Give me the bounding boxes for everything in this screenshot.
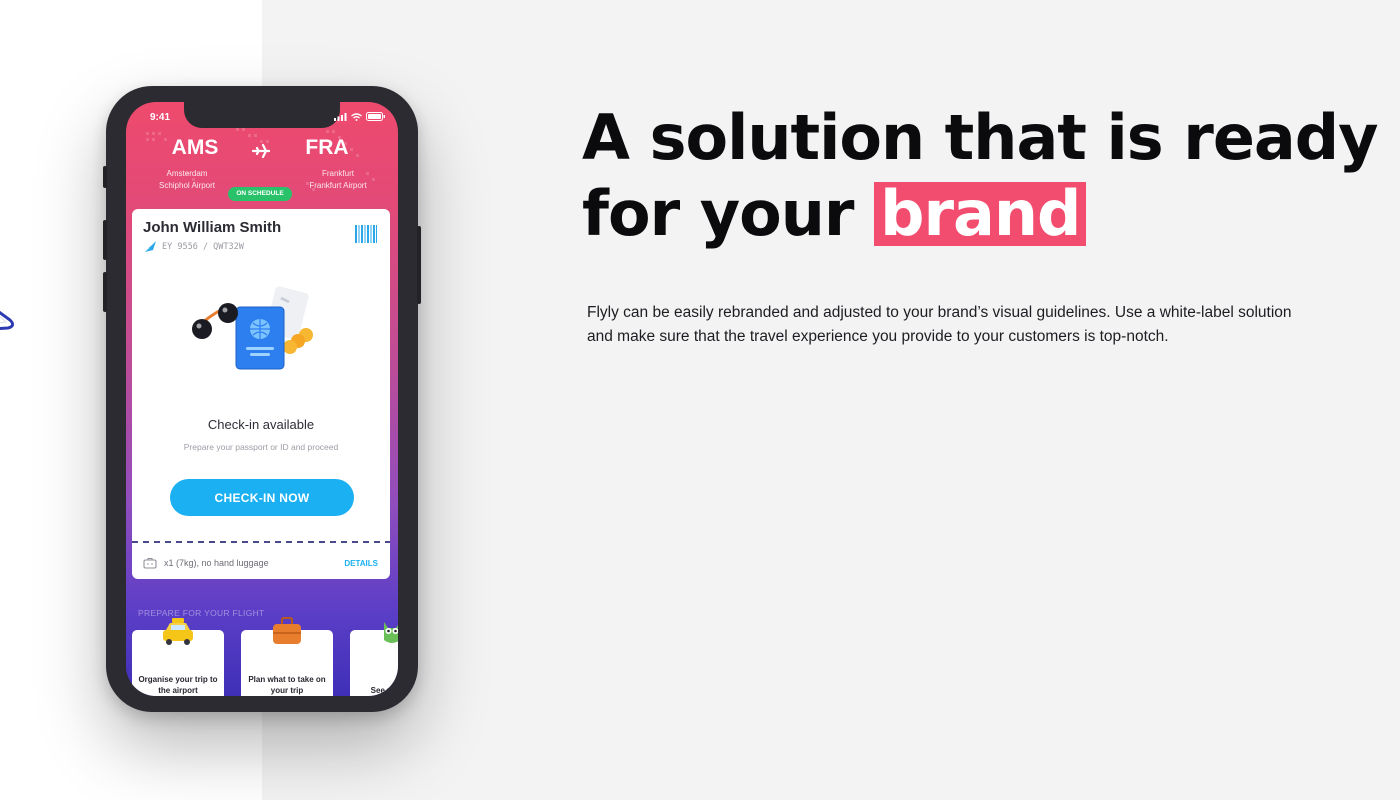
checkin-status-title: Check-in available: [207, 417, 315, 432]
passenger-name: John William Smith: [143, 219, 282, 236]
phone-volume-up: [103, 220, 107, 260]
destination-airport-name: Frankfurt Frankfurt Airport: [293, 168, 383, 192]
hero-headline-line-2: for your brand: [582, 176, 1362, 252]
prepare-tile-label: Plan what to take on your trip: [248, 675, 326, 695]
prepare-section-label: PREPARE FOR YOUR FLIGHT: [138, 608, 265, 618]
hero-description: Flyly can be easily rebranded and adjust…: [587, 304, 1292, 345]
wifi-icon: [351, 112, 362, 121]
paper-plane-illustration: [0, 310, 15, 331]
luggage-icon: [143, 557, 157, 569]
checkin-now-button[interactable]: CHECK-IN NOW: [170, 479, 354, 516]
luggage-allowance-text: x1 (7kg), no hand luggage: [164, 558, 269, 568]
destination-airport-code: FRA: [305, 136, 349, 159]
flight-status-badge: ON SCHEDULE: [228, 187, 292, 201]
prepare-tile-destination[interactable]: See what has: [350, 622, 398, 696]
owl-icon: [384, 622, 398, 643]
battery-icon: [366, 112, 385, 121]
destination-airport-city: Frankfurt: [321, 169, 354, 178]
boarding-pass-card[interactable]: John William Smith EY 9556 / QWT32W Chec…: [132, 209, 390, 579]
phone-mockup: 9:41 AMS Amsterdam Schiphol Airport FRA …: [103, 86, 421, 712]
prepare-tile-packing[interactable]: Plan what to take on your trip: [241, 617, 333, 696]
flight-booking-code: EY 9556 / QWT32W: [162, 242, 244, 252]
ticket-perforation-divider: [132, 541, 390, 543]
phone-notch: [184, 102, 340, 128]
phone-power-button: [417, 226, 421, 304]
prepare-tile-airport-transport[interactable]: Organise your trip to the airport: [132, 618, 224, 696]
origin-airport-code: AMS: [171, 136, 219, 159]
barcode-icon[interactable]: [355, 225, 377, 243]
suitcase-icon: [273, 617, 301, 644]
signal-icon: [334, 112, 347, 121]
status-bar-time: 9:41: [150, 112, 171, 123]
phone-volume-down: [103, 272, 107, 312]
hero-headline-line-1: A solution that is ready: [582, 101, 1379, 174]
status-bar-icons: [334, 112, 386, 121]
hero-headline: A solution that is ready for your brand: [582, 100, 1379, 252]
origin-airport-city: Amsterdam: [166, 169, 208, 178]
prepare-tile-label: See what has: [370, 686, 398, 695]
phone-screen: 9:41 AMS Amsterdam Schiphol Airport FRA …: [126, 102, 398, 696]
phone-silent-switch: [103, 166, 107, 188]
brand-highlight: brand: [874, 182, 1087, 246]
taxi-icon: [163, 618, 193, 645]
airplane-icon: [252, 143, 270, 159]
luggage-details-link[interactable]: DETAILS: [344, 559, 378, 568]
destination-airport-full-name: Frankfurt Airport: [309, 181, 367, 190]
airline-logo-icon: [145, 241, 156, 252]
checkin-status-subtitle: Prepare your passport or ID and proceed: [183, 442, 339, 452]
travel-documents-illustration: [192, 286, 313, 370]
hero-headline-prefix: for your: [582, 177, 854, 250]
origin-airport-full-name: Schiphol Airport: [158, 181, 216, 190]
prepare-tile-label: Organise your trip to the airport: [138, 675, 218, 695]
origin-airport-name: Amsterdam Schiphol Airport: [142, 168, 232, 192]
